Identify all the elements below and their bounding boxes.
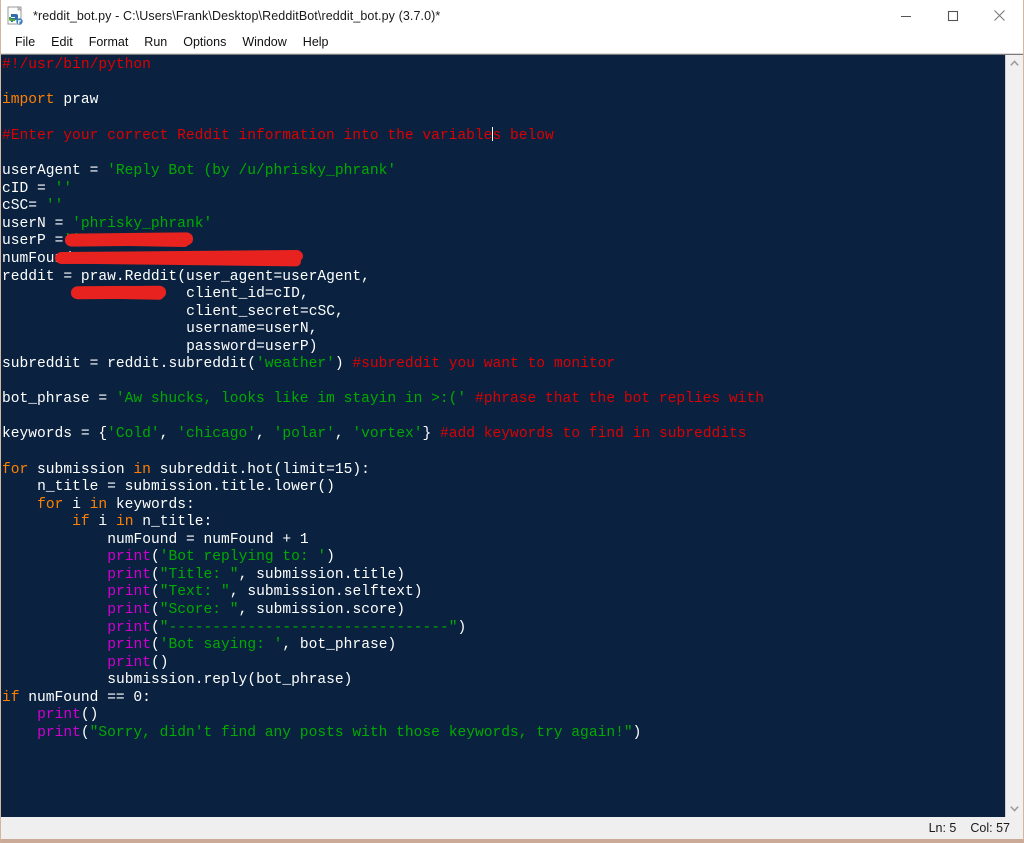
chevron-down-icon: [1010, 806, 1019, 812]
maximize-button[interactable]: [929, 0, 976, 31]
minimize-icon: [900, 15, 911, 17]
menu-item-edit[interactable]: Edit: [43, 34, 81, 51]
title-bar: *reddit_bot.py - C:\Users\Frank\Desktop\…: [1, 0, 1023, 31]
menu-item-options[interactable]: Options: [175, 34, 234, 51]
minimize-button[interactable]: [882, 0, 929, 31]
status-column-indicator: Col: 57: [970, 821, 1010, 835]
vertical-scrollbar[interactable]: [1005, 55, 1023, 817]
menu-item-window[interactable]: Window: [234, 34, 294, 51]
scrollbar-track[interactable]: [1006, 72, 1023, 800]
window-title: *reddit_bot.py - C:\Users\Frank\Desktop\…: [33, 8, 441, 23]
idle-editor-window: *reddit_bot.py - C:\Users\Frank\Desktop\…: [0, 0, 1024, 843]
python-idle-file-icon: [5, 5, 27, 27]
menu-item-file[interactable]: File: [7, 34, 43, 51]
code-text-area[interactable]: #!/usr/bin/python import praw #Enter you…: [1, 55, 1005, 817]
menu-item-run[interactable]: Run: [136, 34, 175, 51]
menu-item-format[interactable]: Format: [81, 34, 137, 51]
close-icon: [994, 10, 1005, 21]
maximize-icon: [947, 10, 958, 21]
chevron-up-icon: [1010, 60, 1019, 66]
status-bar: Ln: 5 Col: 57: [1, 817, 1023, 839]
close-button[interactable]: [976, 0, 1023, 31]
scroll-down-button[interactable]: [1006, 800, 1023, 817]
menu-bar: File Edit Format Run Options Window Help: [1, 31, 1023, 54]
status-line-indicator: Ln: 5: [928, 821, 957, 835]
window-controls: [882, 0, 1023, 31]
scroll-up-button[interactable]: [1006, 55, 1023, 72]
menu-item-help[interactable]: Help: [295, 34, 337, 51]
editor-region: #!/usr/bin/python import praw #Enter you…: [1, 54, 1023, 817]
source-code[interactable]: #!/usr/bin/python import praw #Enter you…: [1, 55, 1005, 742]
